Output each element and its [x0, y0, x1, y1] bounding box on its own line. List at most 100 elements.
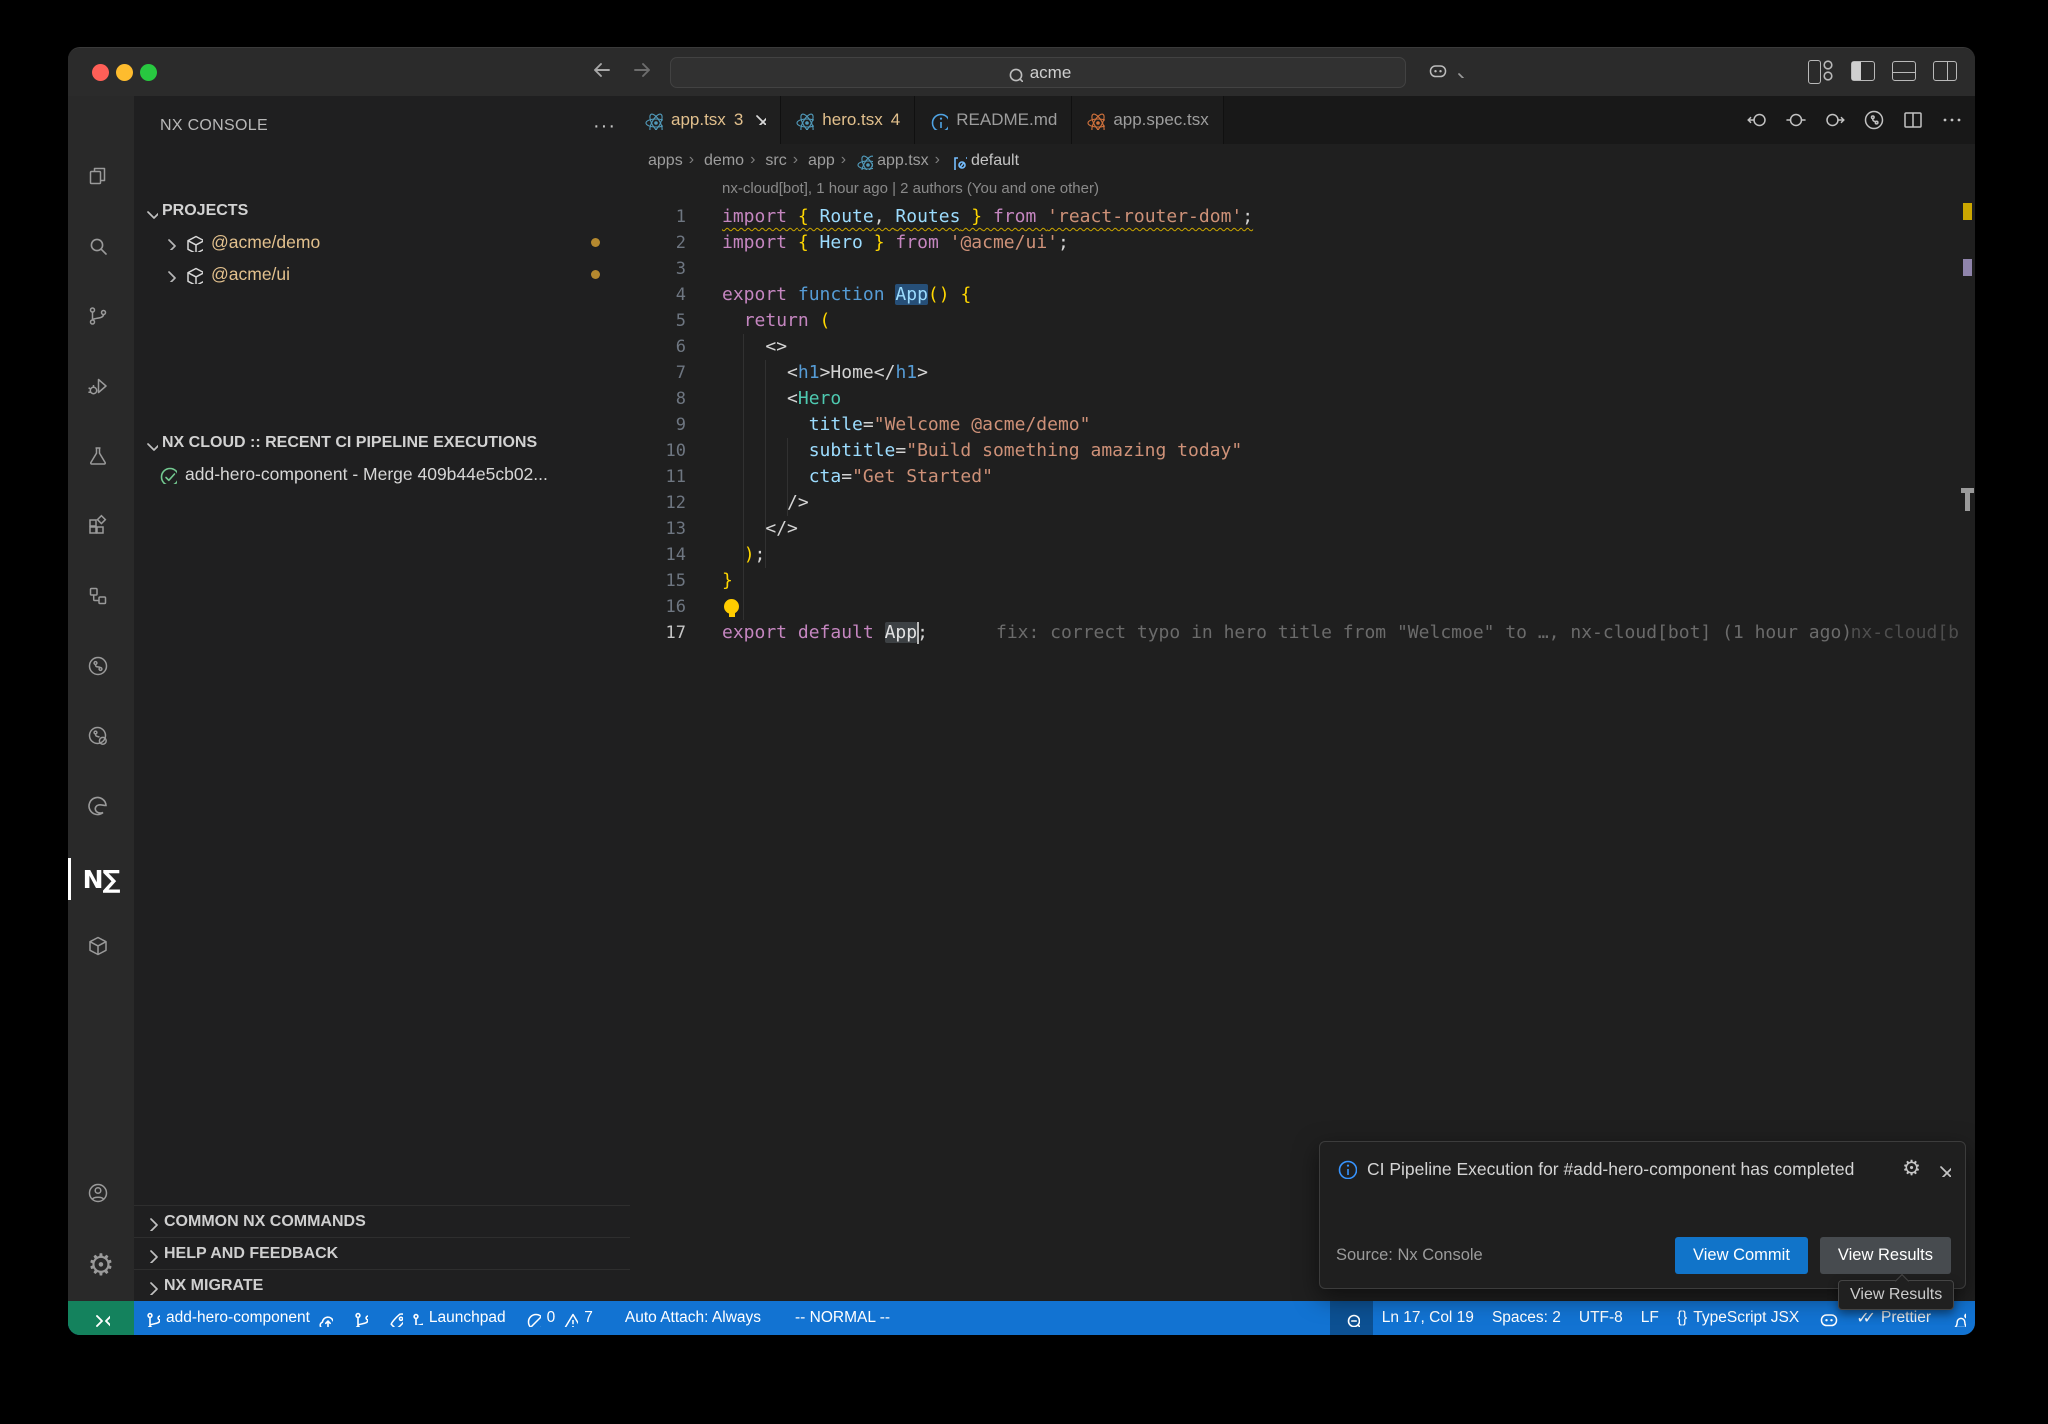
history-forward-icon[interactable]	[630, 58, 658, 86]
notification-settings-icon[interactable]: ⚙	[1902, 1158, 1921, 1179]
notification-source: Source: Nx Console	[1336, 1246, 1663, 1265]
nx-cloud-section-header[interactable]: NX CLOUD :: RECENT CI PIPELINE EXECUTION…	[134, 428, 630, 458]
search-icon	[86, 234, 117, 265]
tab-app-spec-tsx[interactable]: app.spec.tsx	[1072, 96, 1223, 144]
window-minimize-button[interactable]	[116, 64, 133, 81]
overview-ruler[interactable]	[1960, 178, 1975, 1301]
sidebar-item-search[interactable]	[68, 214, 134, 284]
vim-mode-indicator: -- NORMAL --	[786, 1301, 899, 1335]
sidebar-item-containers[interactable]	[68, 914, 134, 984]
close-icon[interactable]	[1935, 1161, 1951, 1177]
copilot-icon	[1817, 1308, 1838, 1329]
sidebar-item-edge[interactable]	[68, 774, 134, 844]
breadcrumb-item[interactable]: demo	[687, 151, 744, 171]
code-editor[interactable]: nx-cloud[bot], 1 hour ago | 2 authors (Y…	[630, 178, 1975, 1301]
encoding-status[interactable]: UTF-8	[1570, 1301, 1632, 1335]
launchpad-button[interactable]: Launchpad	[377, 1301, 515, 1335]
accounts-button[interactable]	[68, 1161, 134, 1231]
settings-button[interactable]: ⚙	[68, 1231, 134, 1301]
customize-layout-icon[interactable]	[1808, 60, 1834, 82]
history-back-icon[interactable]	[590, 58, 618, 86]
tab-readme-md[interactable]: README.md	[915, 96, 1072, 144]
rocket-icon	[386, 1310, 403, 1327]
breadcrumb-item[interactable]: app	[791, 151, 835, 171]
remote-indicator[interactable]	[68, 1301, 134, 1335]
zoom-indicator[interactable]	[1330, 1301, 1373, 1335]
section-help-and-feedback[interactable]: HELP AND FEEDBACK	[134, 1237, 630, 1269]
activity-bar: N∑ ⚙	[68, 96, 134, 1301]
title-bar: acme	[68, 48, 1975, 96]
ruler-highlight-mark	[1963, 259, 1972, 276]
run-pipeline-icon[interactable]	[1862, 108, 1887, 133]
close-icon[interactable]	[751, 110, 766, 130]
auto-attach-status[interactable]: Auto Attach: Always	[616, 1301, 770, 1335]
search-value: acme	[1030, 63, 1072, 83]
pipeline-execution-item[interactable]: add-hero-component - Merge 409b44e5cb02.…	[134, 458, 630, 490]
git-graph-button[interactable]	[342, 1301, 377, 1335]
toggle-panel-icon[interactable]	[1892, 61, 1916, 81]
chevron-right-icon	[142, 1277, 160, 1295]
tab-hero-tsx[interactable]: hero.tsx 4	[781, 96, 915, 144]
window-close-button[interactable]	[92, 64, 109, 81]
indentation-status[interactable]: Spaces: 2	[1483, 1301, 1570, 1335]
problems-status[interactable]: 0 7	[515, 1301, 602, 1335]
code-line-6: 6 <>	[630, 334, 1975, 360]
editor-nav-back-icon[interactable]	[1745, 108, 1770, 133]
view-results-button[interactable]: View Results	[1820, 1237, 1951, 1274]
extensions-icon	[86, 514, 117, 545]
sidebar-item-run-debug[interactable]	[68, 354, 134, 424]
line-number: 4	[630, 282, 686, 308]
sidebar-item-extensions[interactable]	[68, 494, 134, 564]
editor-nav-forward-icon[interactable]	[1823, 108, 1848, 133]
line-number: 15	[630, 568, 686, 594]
sidebar-item-testing[interactable]	[68, 424, 134, 494]
editor-nav-icon[interactable]	[1784, 108, 1809, 133]
codelens-blame[interactable]: nx-cloud[bot], 1 hour ago | 2 authors (Y…	[722, 180, 1099, 204]
line-number: 13	[630, 516, 686, 542]
tab-app-tsx[interactable]: app.tsx 3	[630, 96, 781, 144]
zoom-out-icon	[1343, 1310, 1360, 1327]
language-mode-status[interactable]: {} TypeScript JSX	[1668, 1301, 1808, 1335]
window-zoom-button[interactable]	[140, 64, 157, 81]
symbol-icon	[950, 153, 967, 170]
code-line-10: 10 subtitle="Build something amazing tod…	[630, 438, 1975, 464]
line-number: 14	[630, 542, 686, 568]
more-actions-icon[interactable]: ···	[593, 115, 616, 138]
view-commit-button[interactable]: View Commit	[1675, 1237, 1808, 1274]
code-line-5: 5 return (	[630, 308, 1975, 334]
toggle-secondary-sidebar-icon[interactable]	[1933, 61, 1957, 81]
toggle-primary-sidebar-icon[interactable]	[1851, 61, 1875, 81]
section-common-nx-commands[interactable]: COMMON NX COMMANDS	[134, 1205, 630, 1237]
copilot-menu[interactable]	[1426, 59, 1466, 83]
cursor-position-status[interactable]: Ln 17, Col 19	[1373, 1301, 1483, 1335]
chevron-right-icon	[142, 1245, 160, 1263]
info-icon	[929, 111, 948, 130]
command-center-search[interactable]: acme	[670, 57, 1406, 88]
sidebar-item-project-structure[interactable]	[68, 564, 134, 634]
git-branch-status[interactable]: add-hero-component	[134, 1301, 342, 1335]
sidebar-item-ci-pipeline[interactable]	[68, 634, 134, 704]
projects-section-header[interactable]: PROJECTS	[134, 196, 630, 226]
section-nx-migrate[interactable]: NX MIGRATE	[134, 1269, 630, 1301]
project-item-acme-ui[interactable]: @acme/ui	[134, 258, 630, 290]
breadcrumb-item[interactable]: default	[933, 151, 1019, 171]
eol-status[interactable]: LF	[1632, 1301, 1668, 1335]
more-actions-icon[interactable]	[1940, 108, 1965, 133]
text-cursor	[917, 622, 919, 644]
line-number: 10	[630, 438, 686, 464]
breadcrumb-item[interactable]: src	[748, 151, 787, 171]
sidebar-item-source-control[interactable]	[68, 284, 134, 354]
package-icon	[184, 265, 203, 284]
sidebar-item-nx-console[interactable]: N∑	[68, 844, 134, 914]
lightbulb-icon[interactable]	[724, 599, 739, 614]
split-editor-icon[interactable]	[1901, 108, 1926, 133]
sidebar-item-explorer[interactable]	[68, 144, 134, 214]
nx-console-sidebar: NX CONSOLE ··· PROJECTS @acme/demo @	[134, 96, 630, 1301]
vscode-window: acme N∑	[68, 47, 1975, 1335]
project-item-acme-demo[interactable]: @acme/demo	[134, 226, 630, 258]
breadcrumb-item[interactable]: app.tsx	[839, 151, 929, 171]
chevron-right-icon	[142, 1213, 160, 1231]
line-number: 11	[630, 464, 686, 490]
sidebar-item-gitlens[interactable]	[68, 704, 134, 774]
breadcrumb-item[interactable]: apps	[648, 152, 683, 170]
